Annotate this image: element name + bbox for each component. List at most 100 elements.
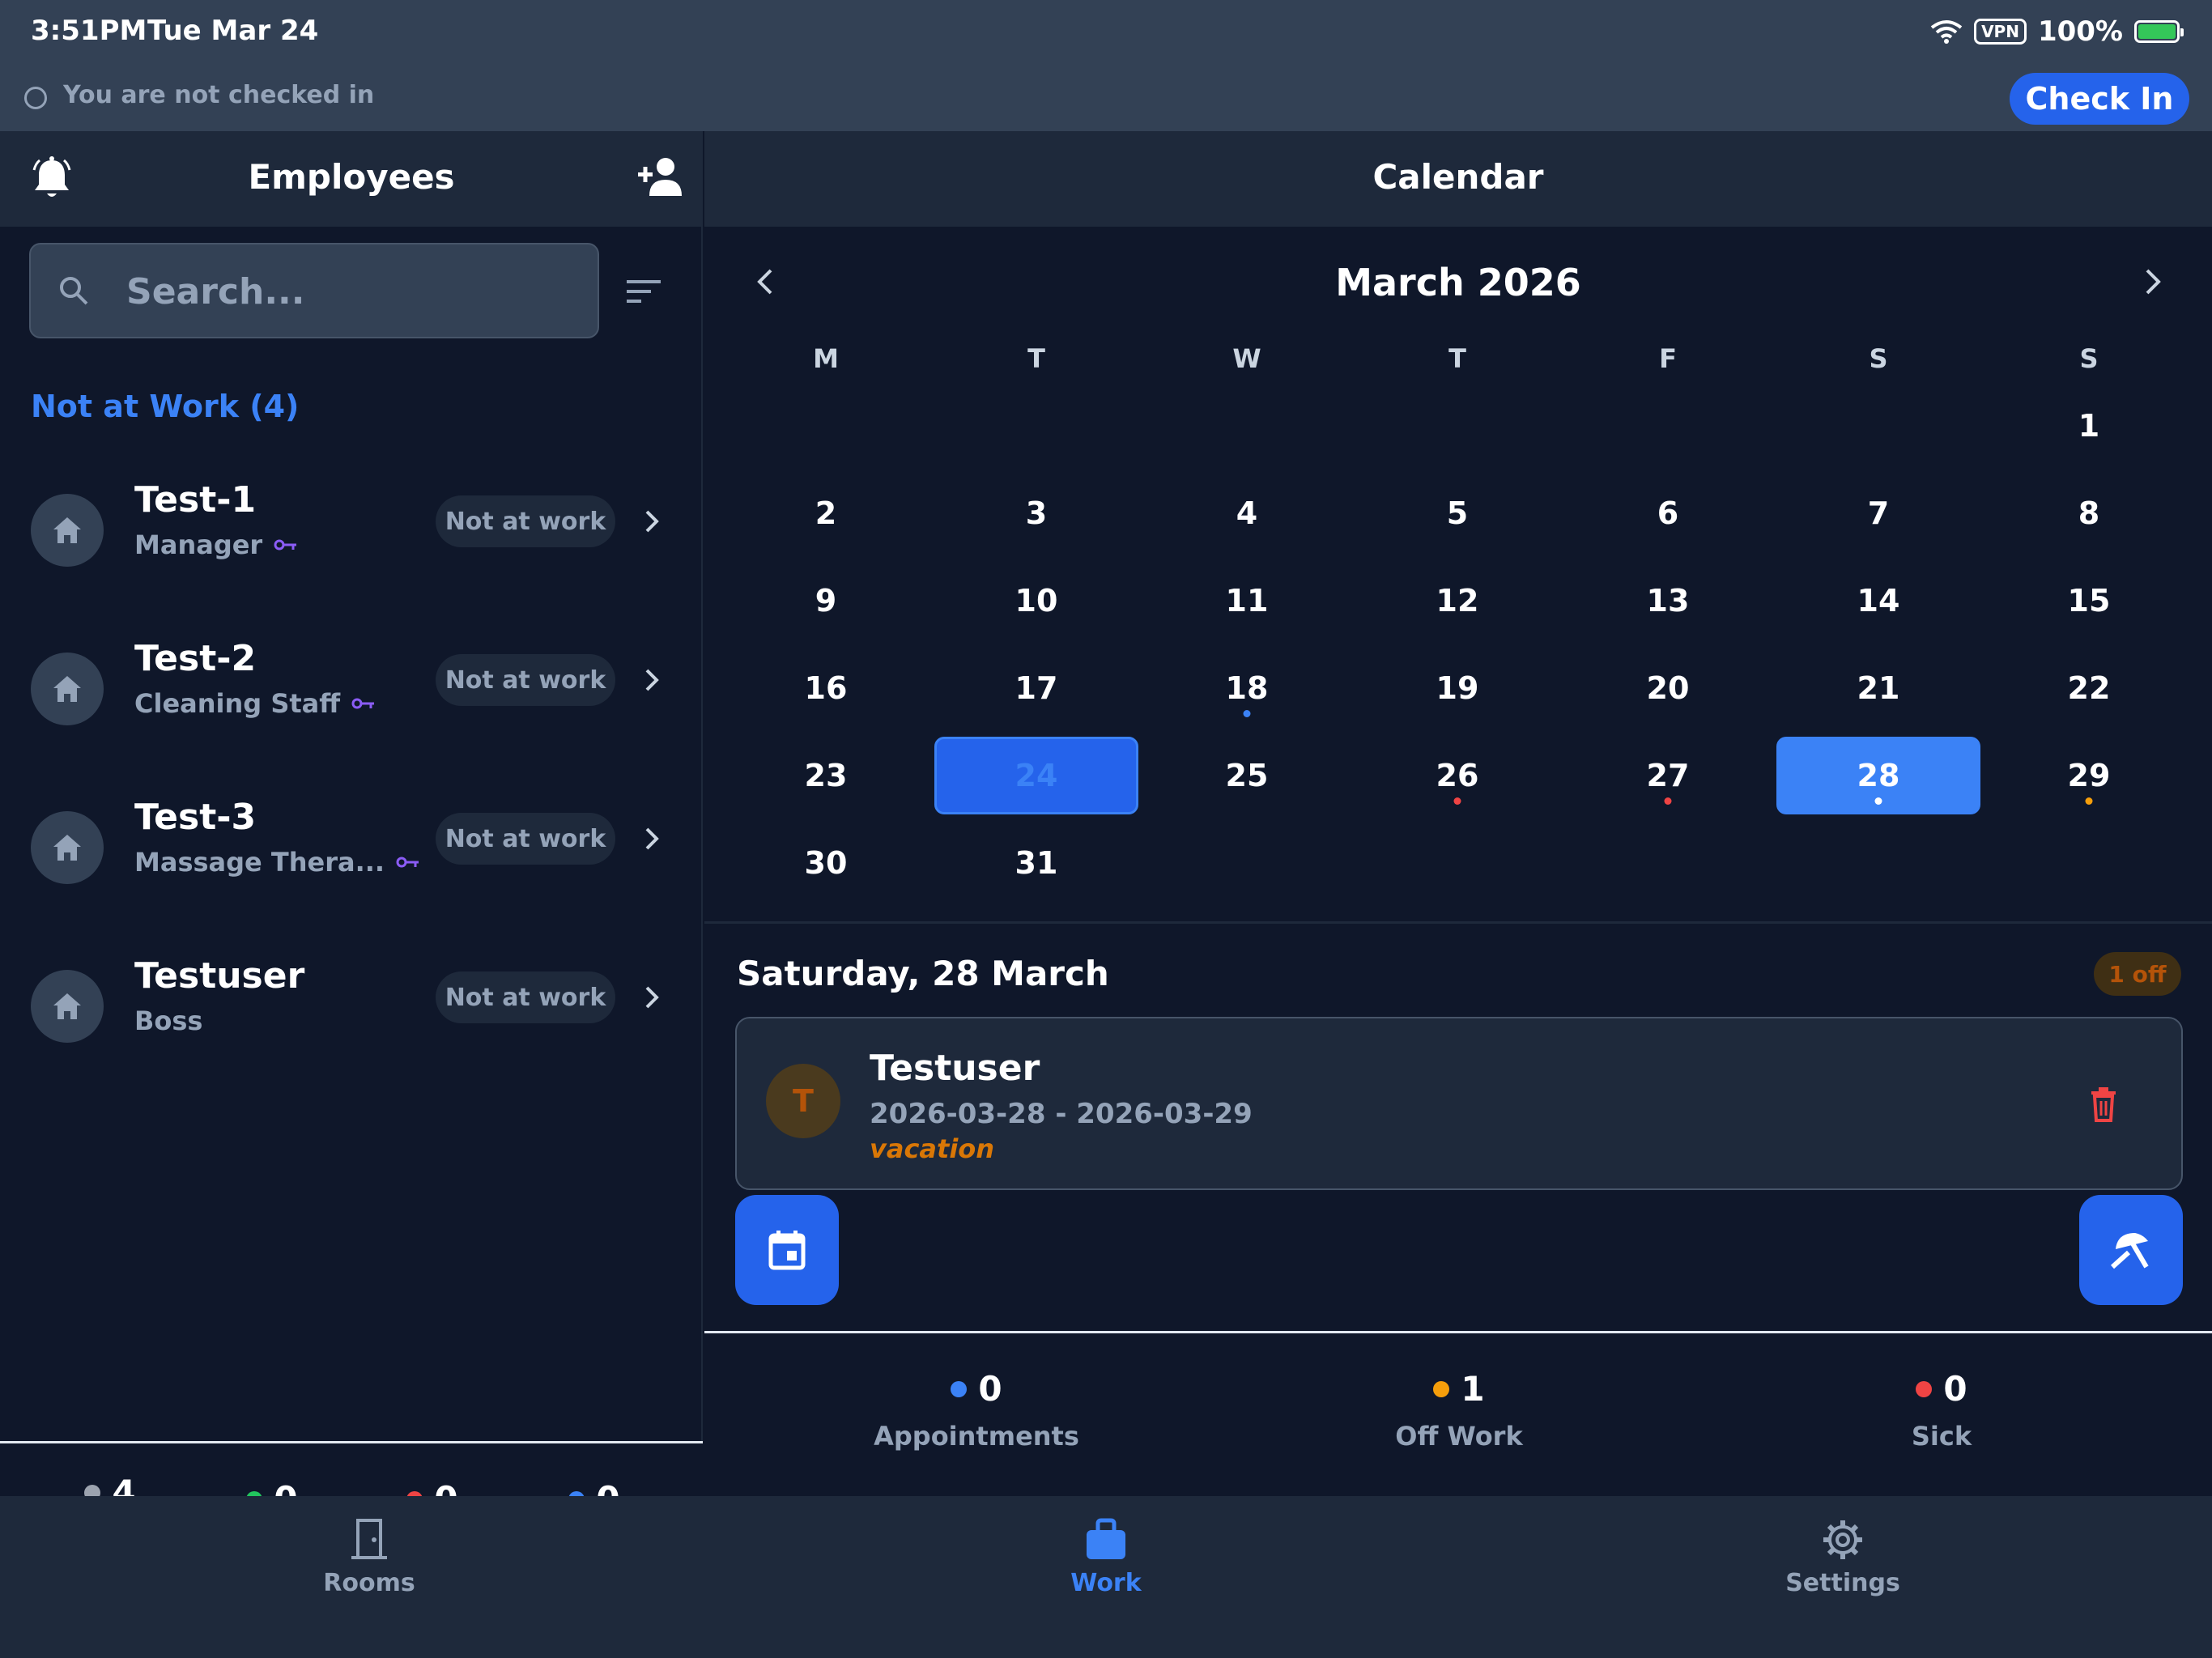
home-icon [53,517,81,543]
group-header-not-at-work[interactable]: Not at Work (4) [31,389,299,424]
weekday-label: S [2079,343,2099,374]
employees-panel: Employees Not at Work (4) Test-1 Manager N… [0,131,703,1627]
employee-row[interactable]: Test-2 Cleaning Staff Not at work [0,609,703,767]
door-icon [351,1519,387,1559]
calendar-title: Calendar [1372,157,1544,197]
calendar-day[interactable]: 14 [1776,562,1980,640]
event-card[interactable]: T Testuser 2026-03-28 - 2026-03-29 vacat… [735,1017,2183,1190]
tab-work[interactable]: Work [985,1517,1227,1597]
employee-row[interactable]: Test-3 Massage Thera... Not at work [0,767,703,926]
calendar-day[interactable]: 29 [1987,737,2191,814]
tab-settings-label: Settings [1785,1569,1900,1597]
calendar-day[interactable]: 28 [1776,737,1980,814]
stat-count: 0 [1739,1369,2144,1409]
home-icon [53,676,81,702]
calendar-day[interactable]: 30 [724,824,928,902]
add-vacation-button[interactable] [2079,1195,2183,1305]
employee-role-label: Massage Thera... [134,847,385,878]
tab-rooms-label: Rooms [323,1569,415,1597]
key-icon [351,698,375,709]
divider [704,921,2212,924]
search-icon [60,277,88,305]
calendar-header: Calendar [704,131,2212,227]
stat-value: 1 [1461,1369,1485,1409]
checkin-status-text: You are not checked in [63,81,375,109]
calendar-day[interactable]: 18 [1145,649,1349,727]
home-icon [53,993,81,1019]
calendar-day[interactable]: 12 [1355,562,1559,640]
gear-icon [1823,1520,1862,1559]
event-dot [2085,797,2093,805]
tab-settings[interactable]: Settings [1721,1517,1964,1597]
status-dot [1916,1380,1933,1397]
calendar-icon [768,1231,806,1270]
calendar-day[interactable]: 27 [1566,737,1770,814]
calendar-day[interactable]: 9 [724,562,928,640]
calendar-day[interactable]: 4 [1145,474,1349,552]
weekday-label: S [1869,343,1888,374]
employee-role-label: Manager [134,529,263,560]
calendar-day[interactable]: 23 [724,737,928,814]
status-badge: Not at work [436,813,615,865]
filter-icon[interactable] [625,275,662,308]
summary-stat: 1 Off Work [1257,1369,1661,1454]
calendar-day[interactable]: 1 [1987,387,2191,465]
summary-stat: 0 Sick [1739,1369,2144,1454]
calendar-day[interactable]: 10 [934,562,1138,640]
chevron-right-icon [645,827,659,850]
employee-name: Test-3 [134,797,257,838]
calendar-day[interactable]: 31 [934,824,1138,902]
calendar-day[interactable]: 20 [1566,649,1770,727]
calendar-day[interactable]: 16 [724,649,928,727]
month-title: March 2026 [1335,261,1581,304]
key-icon [396,857,419,868]
calendar-day[interactable]: 15 [1987,562,2191,640]
status-badge: Not at work [436,971,615,1023]
calendar-day[interactable]: 24 [934,737,1138,814]
add-user-icon[interactable] [636,155,683,198]
calendar-day[interactable]: 2 [724,474,928,552]
calendar-day[interactable]: 22 [1987,649,2191,727]
avatar: T [766,1064,840,1138]
employee-role: Boss [134,1005,202,1036]
employee-name: Test-2 [134,638,257,679]
calendar-day[interactable]: 5 [1355,474,1559,552]
stat-value: 0 [978,1369,1002,1409]
calendar-day[interactable]: 7 [1776,474,1980,552]
add-appointment-button[interactable] [735,1195,839,1305]
battery-percent: 100% [2037,15,2123,48]
calendar-day[interactable]: 3 [934,474,1138,552]
calendar-day[interactable]: 13 [1566,562,1770,640]
employee-role: Massage Thera... [134,847,420,878]
employee-row[interactable]: Test-1 Manager Not at work [0,450,703,609]
event-dot [1874,797,1882,805]
calendar-day[interactable]: 17 [934,649,1138,727]
calendar-day[interactable]: 21 [1776,649,1980,727]
employee-role: Cleaning Staff [134,688,376,719]
trash-icon[interactable] [2089,1086,2118,1122]
tab-rooms[interactable]: Rooms [248,1517,491,1597]
chevron-right-icon[interactable] [2141,266,2165,298]
calendar-day[interactable]: 19 [1355,649,1559,727]
stat-count: 0 [774,1369,1179,1409]
calendar-day[interactable]: 8 [1987,474,2191,552]
stat-label: Sick [1911,1421,1972,1452]
calendar-day[interactable]: 6 [1566,474,1770,552]
calendar-day[interactable]: 11 [1145,562,1349,640]
status-indicators: VPN 100% [1930,11,2184,52]
calendar-day[interactable]: 25 [1145,737,1349,814]
check-in-button[interactable]: Check In [2010,73,2189,125]
chevron-right-icon [645,510,659,533]
chevron-right-icon [645,986,659,1009]
chevron-right-icon [645,669,659,691]
employee-row[interactable]: Testuser Boss Not at work [0,926,703,1085]
calendar-day[interactable]: 26 [1355,737,1559,814]
search-input[interactable] [126,266,580,317]
employee-name: Testuser [134,955,305,997]
top-bar: 3:51PM Tue Mar 24 VPN 100% You are not c… [0,0,2212,131]
tab-work-label: Work [1070,1569,1142,1597]
search-box [29,243,599,338]
checkin-status-icon [24,87,47,109]
employee-role: Manager [134,529,298,560]
summary-stats-bar: 0 Appointments 1 Off Work 0 Sick [704,1331,2212,1496]
